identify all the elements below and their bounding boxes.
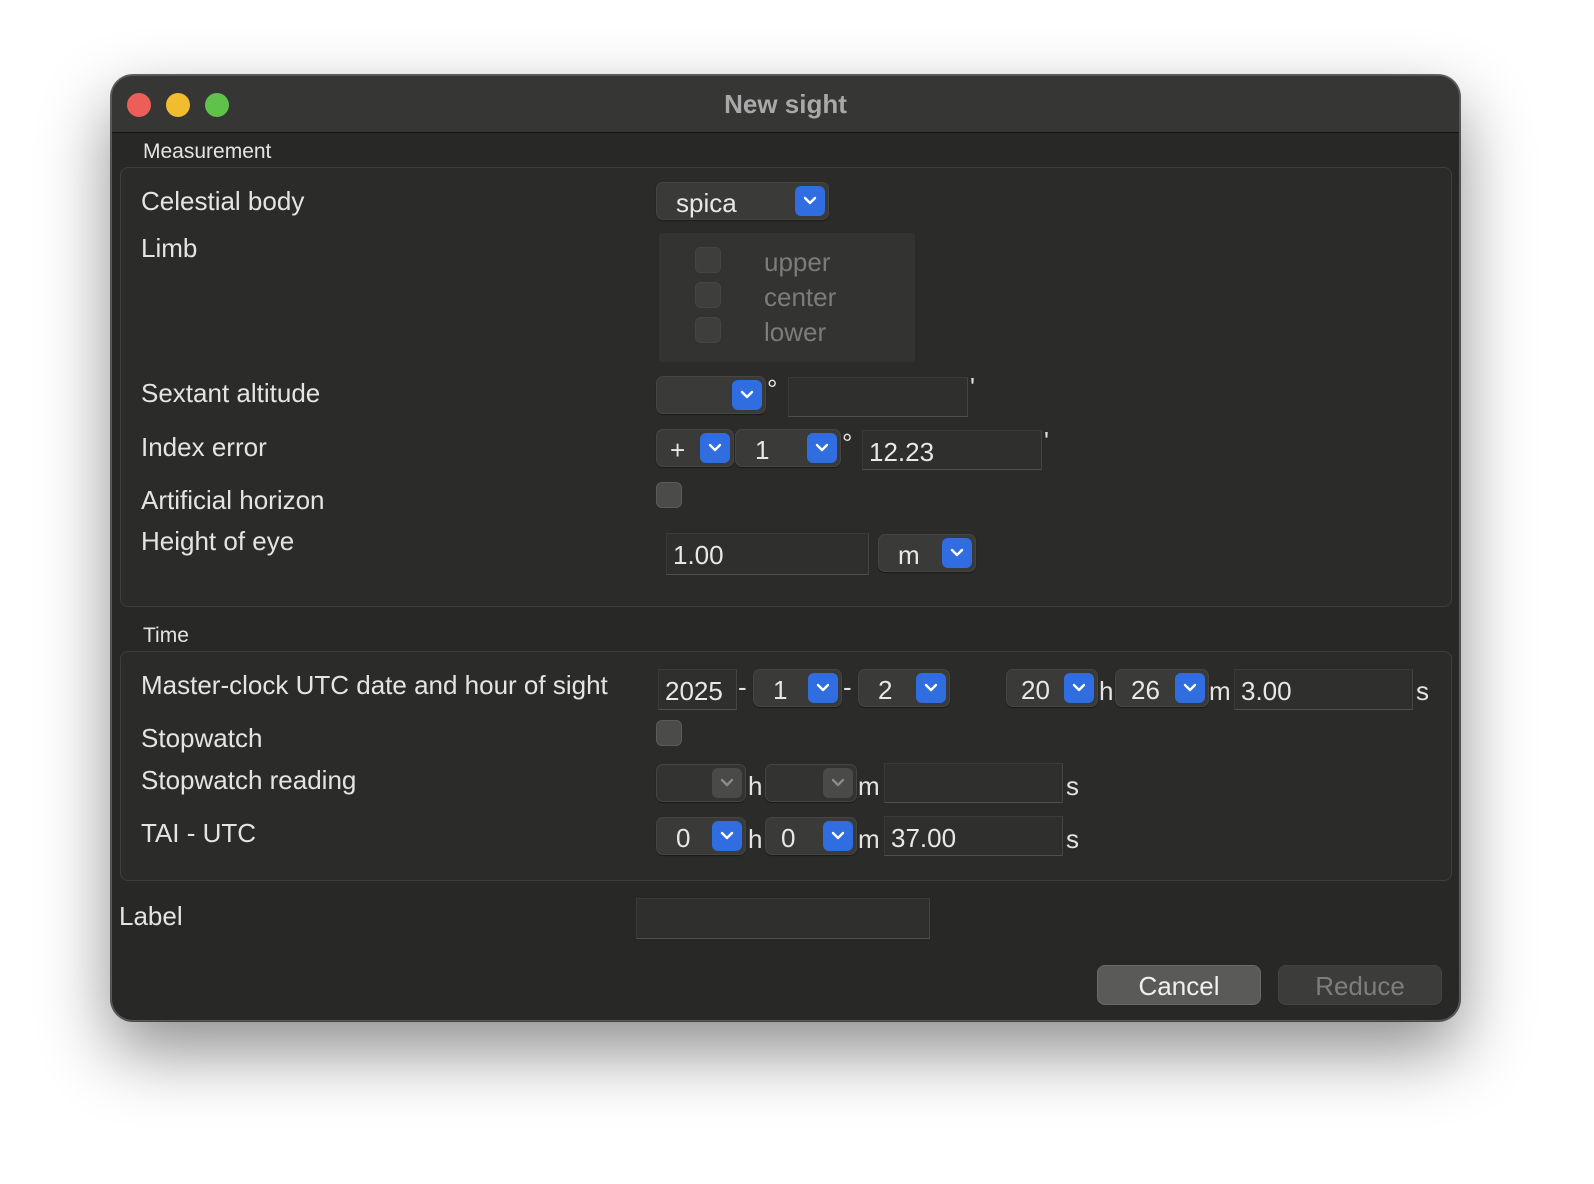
day-select[interactable]: 2: [858, 669, 950, 707]
tai-utc-hours-value: 0: [676, 823, 691, 853]
stopwatch-hours-select[interactable]: [656, 764, 746, 802]
date-separator: -: [738, 672, 747, 702]
hour-select[interactable]: 20: [1006, 669, 1098, 707]
chevron-down-icon: [712, 768, 742, 798]
index-error-sign-value: +: [670, 435, 686, 465]
stopwatch-minute-unit: m: [858, 771, 880, 801]
height-of-eye-label: Height of eye: [141, 526, 295, 556]
stopwatch-seconds-field[interactable]: [884, 763, 1063, 803]
chevron-down-icon: [916, 673, 946, 703]
degree-symbol: °: [842, 428, 853, 458]
cancel-button[interactable]: Cancel: [1097, 965, 1261, 1005]
stopwatch-minutes-select[interactable]: [765, 764, 857, 802]
time-group-title: Time: [143, 624, 189, 647]
stopwatch-checkbox[interactable]: [656, 720, 682, 746]
tai-utc-hours-select[interactable]: 0: [656, 817, 746, 855]
artificial-horizon-checkbox[interactable]: [656, 482, 682, 508]
sextant-altitude-label: Sextant altitude: [141, 378, 321, 408]
stopwatch-hour-unit: h: [748, 771, 763, 801]
tai-utc-label: TAI - UTC: [141, 818, 257, 848]
chevron-down-icon: [808, 673, 838, 703]
index-error-degrees-value: 1: [755, 435, 770, 465]
month-select[interactable]: 1: [753, 669, 842, 707]
height-of-eye-unit-value: m: [898, 540, 920, 570]
index-error-minutes-field[interactable]: 12.23: [862, 430, 1042, 470]
chevron-down-icon: [1175, 673, 1205, 703]
new-sight-window: New sight Measurement Celestial body spi…: [111, 75, 1460, 1021]
date-separator: -: [843, 672, 852, 702]
limb-lower-checkbox[interactable]: [695, 317, 721, 343]
artificial-horizon-label: Artificial horizon: [141, 485, 325, 515]
chevron-down-icon: [700, 433, 730, 463]
index-error-sign-select[interactable]: +: [656, 429, 734, 467]
celestial-body-label: Celestial body: [141, 186, 305, 216]
tai-utc-minutes-select[interactable]: 0: [765, 817, 857, 855]
celestial-body-value: spica: [676, 188, 737, 218]
minute-value: 26: [1131, 675, 1160, 705]
seconds-value: 3.00: [1241, 676, 1292, 706]
limb-label: Limb: [141, 233, 198, 263]
chevron-down-icon: [732, 380, 762, 410]
tai-utc-minutes-value: 0: [781, 823, 796, 853]
degree-symbol: °: [767, 374, 778, 404]
height-of-eye-field[interactable]: 1.00: [666, 533, 869, 575]
label-label: Label: [119, 901, 183, 931]
tai-utc-seconds-field[interactable]: 37.00: [884, 816, 1063, 856]
seconds-unit: s: [1416, 676, 1429, 706]
reduce-button[interactable]: Reduce: [1278, 965, 1442, 1005]
year-field[interactable]: 2025: [658, 669, 737, 710]
limb-center-label: center: [764, 282, 837, 312]
month-value: 1: [773, 675, 788, 705]
chevron-down-icon: [795, 186, 825, 216]
day-value: 2: [878, 675, 893, 705]
minute-unit: m: [1209, 676, 1231, 706]
hour-unit: h: [1099, 676, 1114, 706]
index-error-minutes-value: 12.23: [869, 437, 935, 467]
limb-upper-label: upper: [764, 247, 831, 277]
sextant-altitude-degrees-select[interactable]: [656, 376, 766, 414]
tai-utc-hour-unit: h: [748, 824, 763, 854]
celestial-body-select[interactable]: spica: [656, 182, 829, 220]
minute-symbol: ': [1044, 426, 1049, 456]
stopwatch-reading-label: Stopwatch reading: [141, 765, 357, 795]
chevron-down-icon: [1064, 673, 1094, 703]
master-clock-label: Master-clock UTC date and hour of sight: [141, 670, 608, 700]
stopwatch-seconds-unit: s: [1066, 771, 1079, 801]
sextant-altitude-minutes-field[interactable]: [788, 377, 968, 417]
stopwatch-label: Stopwatch: [141, 723, 263, 753]
height-of-eye-value: 1.00: [673, 540, 724, 570]
year-value: 2025: [665, 676, 723, 706]
chevron-down-icon: [823, 821, 853, 851]
height-of-eye-unit-select[interactable]: m: [878, 534, 976, 572]
limb-lower-label: lower: [764, 317, 827, 347]
label-field[interactable]: [636, 898, 930, 939]
chevron-down-icon: [807, 433, 837, 463]
tai-utc-seconds-unit: s: [1066, 824, 1079, 854]
seconds-field[interactable]: 3.00: [1234, 669, 1413, 710]
limb-center-checkbox[interactable]: [695, 282, 721, 308]
measurement-group-title: Measurement: [143, 140, 272, 163]
limb-upper-checkbox[interactable]: [695, 247, 721, 273]
chevron-down-icon: [823, 768, 853, 798]
index-error-degrees-select[interactable]: 1: [735, 429, 841, 467]
tai-utc-minute-unit: m: [858, 824, 880, 854]
chevron-down-icon: [712, 821, 742, 851]
tai-utc-seconds-value: 37.00: [891, 823, 957, 853]
chevron-down-icon: [942, 538, 972, 568]
limb-options-box: upper center lower: [659, 233, 915, 362]
index-error-label: Index error: [141, 432, 267, 462]
hour-value: 20: [1021, 675, 1050, 705]
minute-symbol: ': [970, 372, 975, 402]
title-bar: New sight: [112, 76, 1459, 133]
window-title: New sight: [724, 89, 847, 119]
minute-select[interactable]: 26: [1115, 669, 1209, 707]
